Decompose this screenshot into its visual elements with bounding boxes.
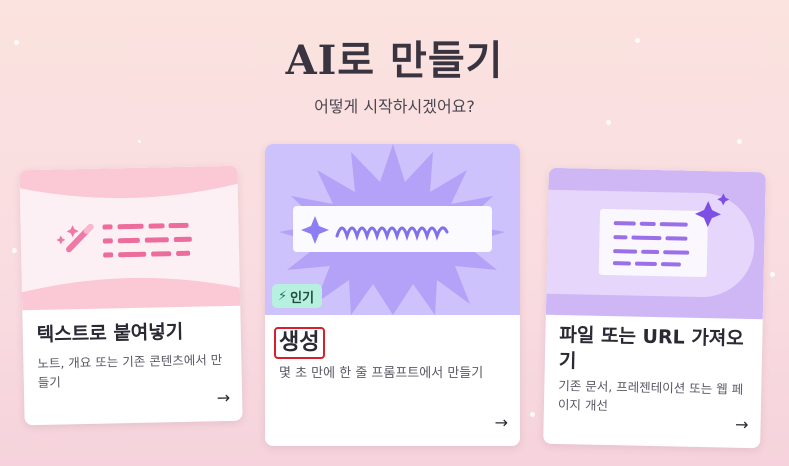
arrow-right-icon: →: [216, 387, 231, 408]
card-description: 노트, 개요 또는 기존 콘텐츠에서 만들기: [37, 352, 223, 390]
background-dot: [737, 139, 742, 144]
card-description: 기존 문서, 프레젠테이션 또는 웹 페이지 개선: [557, 378, 744, 414]
background-dot: [12, 248, 17, 253]
arrow-right-icon: →: [494, 413, 508, 432]
page-subtitle: 어떻게 시작하시겠어요?: [314, 97, 475, 116]
page-title: AI로 만들기: [285, 37, 504, 84]
arrow-right-icon: →: [734, 414, 749, 434]
background-dot: [770, 272, 775, 277]
card-illustration: [545, 167, 766, 320]
card-import-file[interactable]: 파일 또는 URL 가져오기 기존 문서, 프레젠테이션 또는 웹 페이지 개선…: [543, 167, 766, 449]
highlighted-title: 생성: [274, 327, 326, 359]
badge-label: 인기: [290, 290, 315, 306]
card-title: 텍스트로 붙여넣기: [36, 320, 184, 346]
card-generate[interactable]: ⚡ 인기 생성 몇 초 만에 한 줄 프롬프트에서 만들기 →: [265, 144, 520, 446]
background-dot: [138, 140, 141, 143]
card-title: 생성: [274, 327, 506, 359]
lightning-icon: ⚡: [278, 288, 288, 304]
card-title: 파일 또는 URL 가져오기: [558, 324, 744, 373]
card-description: 몇 초 만에 한 줄 프롬프트에서 만들기: [279, 366, 484, 381]
popular-badge: ⚡ 인기: [272, 284, 323, 308]
card-illustration: [19, 165, 241, 311]
background-dot: [530, 412, 535, 417]
card-paste-text[interactable]: 텍스트로 붙여넣기 노트, 개요 또는 기존 콘텐츠에서 만들기 →: [19, 165, 243, 426]
background-dot: [606, 120, 611, 125]
